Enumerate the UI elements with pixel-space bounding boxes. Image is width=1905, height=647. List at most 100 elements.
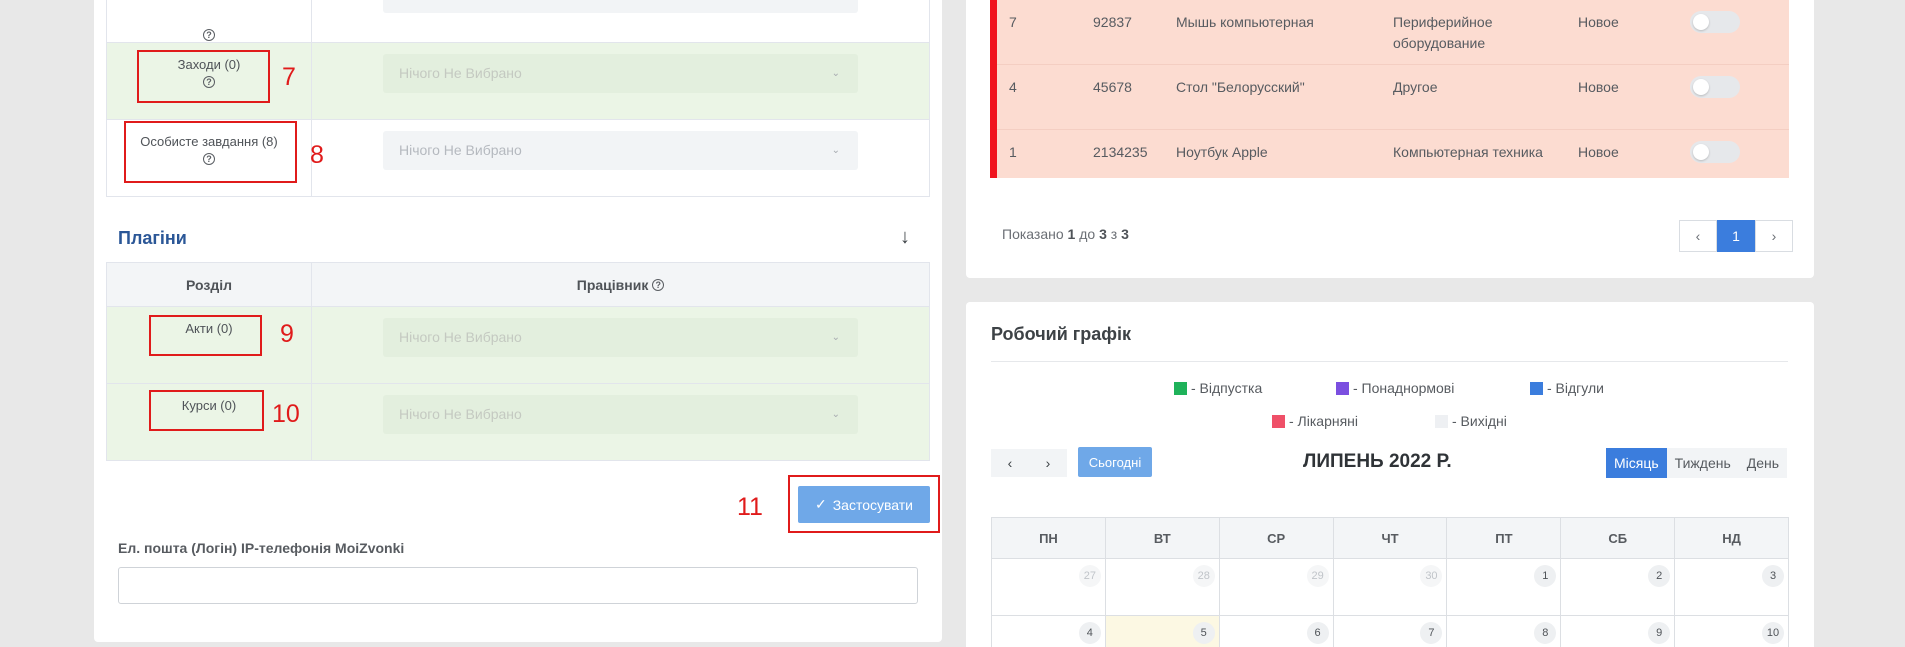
cell-name[interactable]: Ноутбук Apple <box>1176 142 1326 163</box>
employee-select[interactable] <box>383 0 858 13</box>
plugins-title: Плагіни <box>118 228 187 248</box>
weekday-label: ВТ <box>1106 518 1220 558</box>
legend-label: - Відгули <box>1547 380 1604 396</box>
day-number: 1 <box>1534 565 1557 587</box>
cell-code: 92837 <box>1093 14 1132 30</box>
chevron-down-icon: ⌄ <box>831 332 840 343</box>
employee-cell: Нічого Не Вибрано ⌄ <box>312 120 929 196</box>
arrow-down-icon[interactable]: ↓ <box>900 226 910 249</box>
toggle-switch[interactable] <box>1690 11 1740 33</box>
weekday-label: ЧТ <box>1334 518 1448 558</box>
day-number: 7 <box>1420 622 1443 644</box>
day-number: 10 <box>1762 622 1785 644</box>
employee-select[interactable]: Нічого Не Вибрано ⌄ <box>383 318 858 357</box>
view-month-button[interactable]: Місяць <box>1606 448 1667 478</box>
calendar-day[interactable]: 7 <box>1334 616 1448 647</box>
weekday-label: ПН <box>992 518 1106 558</box>
today-button[interactable]: Сьогодні <box>1078 447 1152 477</box>
day-number: 3 <box>1762 565 1785 587</box>
legend-item: - Вихідні <box>1435 413 1507 429</box>
next-page-button[interactable]: › <box>1755 220 1793 252</box>
day-number: 30 <box>1420 565 1443 587</box>
cell-name[interactable]: Стол "Белорусский" <box>1176 77 1306 98</box>
help-icon[interactable]: ? <box>203 29 215 41</box>
annotation-number: 7 <box>282 63 296 91</box>
pagination: ‹ 1 › <box>1679 220 1793 252</box>
calendar-day-today[interactable]: 5 <box>1105 616 1220 647</box>
employee-cell: Нічого Не Вибрано ⌄ <box>312 384 929 460</box>
employee-select[interactable]: Нічого Не Вибрано ⌄ <box>383 395 858 434</box>
shown-total: 3 <box>1121 226 1129 242</box>
legend-label: - Відпустка <box>1191 380 1263 396</box>
view-week-button[interactable]: Тиждень <box>1666 448 1739 478</box>
calendar-day[interactable]: 2 <box>1561 559 1676 615</box>
cell-category: Компьютерная техника <box>1393 144 1543 160</box>
calendar-day[interactable]: 27 <box>992 559 1106 615</box>
chevron-down-icon: ⌄ <box>831 68 840 79</box>
plugins-table: Розділ Працівник ? Акти (0) Нічого Не Ви… <box>106 262 930 461</box>
day-number: 5 <box>1192 622 1215 644</box>
shown-separator: до <box>1075 226 1100 242</box>
annotation-box <box>149 315 262 356</box>
calendar-day[interactable]: 10 <box>1675 616 1790 647</box>
column-header-employee: Працівник ? <box>312 263 929 306</box>
calendar-day[interactable]: 1 <box>1447 559 1562 615</box>
legend-item: - Лікарняні <box>1272 413 1358 429</box>
row-highlight-bar <box>990 0 997 178</box>
weekday-label: СР <box>1220 518 1334 558</box>
calendar-day[interactable]: 28 <box>1106 559 1220 615</box>
annotation-number: 9 <box>280 320 294 348</box>
calendar-day[interactable]: 6 <box>1220 616 1334 647</box>
calendar-week: 4 5 6 7 8 9 10 <box>992 616 1790 647</box>
day-number: 29 <box>1306 565 1329 587</box>
calendar-prev-button[interactable]: ‹ <box>991 449 1029 477</box>
shown-prefix: Показано <box>1002 226 1068 242</box>
email-field[interactable] <box>118 567 918 604</box>
legend-label: - Вихідні <box>1452 413 1507 429</box>
prev-page-button[interactable]: ‹ <box>1679 220 1717 252</box>
toggle-switch[interactable] <box>1690 76 1740 98</box>
weekday-label: ПТ <box>1447 518 1562 558</box>
day-number: 4 <box>1078 622 1101 644</box>
employee-cell: Нічого Не Вибрано ⌄ <box>312 307 929 383</box>
legend-label: - Лікарняні <box>1289 413 1359 429</box>
annotation-box <box>149 390 264 431</box>
legend-swatch <box>1435 414 1448 428</box>
select-value: Нічого Не Вибрано <box>399 142 522 158</box>
month-title: ЛИПЕНЬ 2022 Р. <box>1303 451 1452 472</box>
calendar-day[interactable]: 8 <box>1447 616 1562 647</box>
employee-select[interactable]: Нічого Не Вибрано ⌄ <box>383 131 858 170</box>
table-row: 1 2134235 Ноутбук Apple Компьютерная тех… <box>992 130 1789 195</box>
select-value: Нічого Не Вибрано <box>399 406 522 422</box>
view-day-button[interactable]: День <box>1738 448 1788 478</box>
chevron-down-icon: ⌄ <box>831 145 840 156</box>
calendar-day[interactable]: 4 <box>992 616 1106 647</box>
day-number: 6 <box>1306 622 1329 644</box>
employee-select[interactable]: Нічого Не Вибрано ⌄ <box>383 54 858 93</box>
header-label: Розділ <box>186 276 232 293</box>
calendar-day[interactable]: 9 <box>1561 616 1676 647</box>
calendar-grid: ПН ВТ СР ЧТ ПТ СБ НД 27 28 29 30 1 2 3 4… <box>991 517 1790 647</box>
cell-code: 45678 <box>1093 79 1132 95</box>
page-button[interactable]: 1 <box>1717 220 1755 252</box>
day-number: 28 <box>1192 565 1215 587</box>
employee-cell <box>312 0 929 43</box>
section-table-top: ? <box>106 0 930 44</box>
calendar-next-button[interactable]: › <box>1029 449 1067 477</box>
orders-table: 7 92837 Мышь компьютерная Периферийное о… <box>992 0 1789 178</box>
cell-status: Новое <box>1578 14 1619 30</box>
calendar-day[interactable]: 30 <box>1334 559 1448 615</box>
calendar-day[interactable]: 3 <box>1675 559 1790 615</box>
legend-swatch <box>1272 414 1285 428</box>
toggle-switch[interactable] <box>1690 141 1740 163</box>
legend-item: - Понаднормові <box>1336 380 1454 396</box>
divider <box>991 361 1788 362</box>
legend-swatch <box>1336 381 1349 395</box>
cell-name[interactable]: Мышь компьютерная <box>1176 12 1326 33</box>
select-value: Нічого Не Вибрано <box>399 329 522 345</box>
legend-item: - Відпустка <box>1174 380 1262 396</box>
help-icon[interactable]: ? <box>652 278 665 291</box>
cell-number: 4 <box>1009 79 1017 95</box>
cell-category: Периферийное оборудование <box>1393 14 1493 51</box>
calendar-day[interactable]: 29 <box>1220 559 1334 615</box>
